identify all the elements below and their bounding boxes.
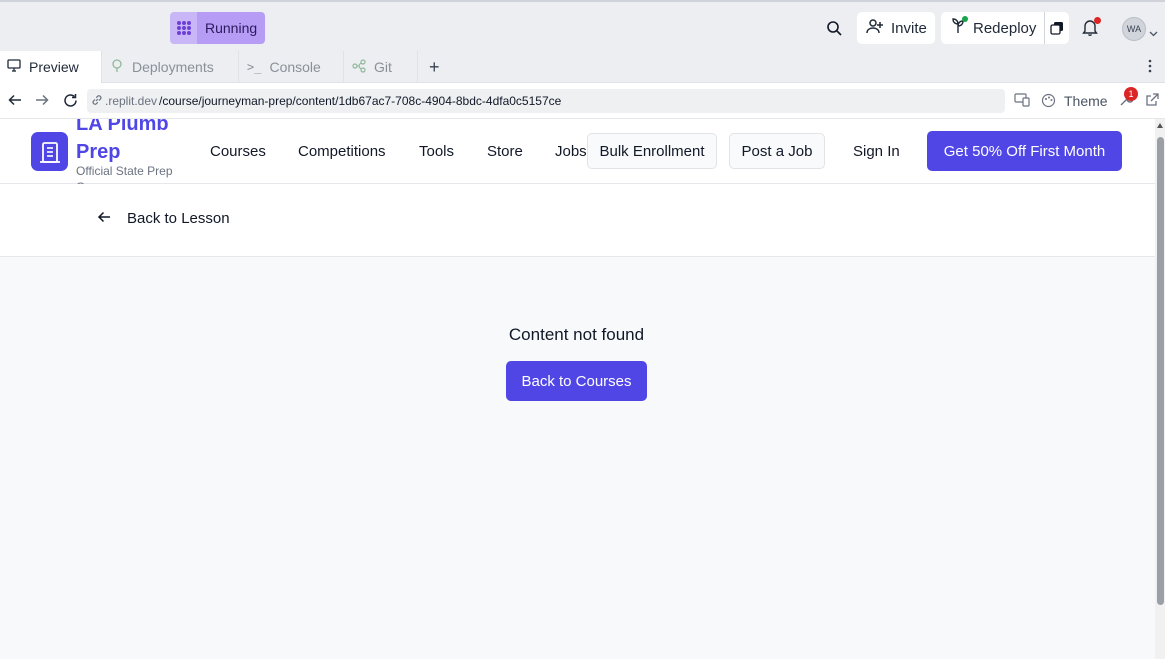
nav-courses[interactable]: Courses [210, 143, 266, 160]
search-icon[interactable] [826, 20, 842, 39]
link-icon [91, 94, 103, 109]
scroll-up-icon[interactable] [1157, 123, 1163, 128]
workspace-topbar: Running Invite Redeploy WA [0, 0, 1165, 51]
tab-preview[interactable]: Preview [0, 51, 102, 83]
nav-store[interactable]: Store [487, 143, 523, 160]
palette-icon[interactable] [1041, 93, 1056, 111]
discount-cta-button[interactable]: Get 50% Off First Month [927, 131, 1122, 171]
deploy-menu-icon[interactable] [1044, 12, 1069, 44]
more-vertical-icon[interactable] [1148, 59, 1152, 76]
building-logo-icon[interactable] [31, 132, 68, 171]
run-status-label: Running [197, 12, 266, 44]
tab-deployments-label: Deployments [132, 59, 214, 75]
add-user-icon [866, 18, 884, 38]
monitor-icon [7, 59, 21, 75]
nav-jobs[interactable]: Jobs [555, 143, 587, 160]
site-header: LA Plumb Prep Official State Prep Course… [0, 119, 1155, 194]
deploy-status-icon [950, 16, 968, 38]
back-arrow-icon[interactable] [8, 93, 22, 110]
open-external-icon[interactable] [1145, 93, 1159, 110]
add-tab-icon[interactable]: + [429, 58, 440, 76]
back-to-lesson-link[interactable]: Back to Lesson [97, 210, 230, 227]
not-found-message: Content not found [508, 325, 645, 344]
bulk-enrollment-button[interactable]: Bulk Enrollment [587, 133, 717, 169]
tab-preview-label: Preview [29, 59, 79, 75]
back-to-courses-button[interactable]: Back to Courses [506, 361, 647, 401]
back-to-lesson-label: Back to Lesson [127, 210, 230, 227]
tab-console-label: Console [269, 59, 321, 75]
preview-urlbar: .replit.dev/course/journeyman-prep/conte… [0, 83, 1165, 119]
url-input[interactable]: .replit.dev/course/journeyman-prep/conte… [87, 89, 1005, 113]
reload-icon[interactable] [63, 93, 78, 111]
run-grid-icon [170, 12, 197, 44]
url-host: .replit.dev [105, 94, 158, 108]
back-bar: Back to Lesson [0, 184, 1155, 257]
invite-label: Invite [891, 19, 927, 37]
workspace-tabbar: Preview Deployments >_ Console Git + [0, 51, 1165, 83]
brand-name[interactable]: LA Plumb Prep [76, 119, 186, 166]
scrollbar-thumb[interactable] [1157, 137, 1164, 605]
redeploy-label: Redeploy [973, 19, 1037, 37]
nav-competitions[interactable]: Competitions [298, 143, 386, 160]
sign-in-link[interactable]: Sign In [853, 143, 900, 160]
redeploy-button[interactable]: Redeploy [941, 12, 1069, 44]
deploy-icon [110, 58, 124, 76]
run-status-button[interactable]: Running [170, 12, 266, 44]
tab-deployments[interactable]: Deployments [103, 51, 239, 83]
tools-badge: 1 [1124, 87, 1138, 101]
tab-git-label: Git [374, 59, 392, 75]
tab-git[interactable]: Git [345, 51, 418, 83]
notifications-bell-icon[interactable] [1082, 17, 1101, 39]
arrow-left-icon [97, 210, 111, 227]
git-icon [352, 58, 366, 76]
notification-dot [1094, 17, 1101, 24]
preview-viewport: LA Plumb Prep Official State Prep Course… [0, 119, 1155, 659]
terminal-icon: >_ [247, 60, 262, 74]
nav-tools[interactable]: Tools [419, 143, 454, 160]
url-path: /course/journeyman-prep/content/1db67ac7… [159, 94, 562, 108]
tab-console[interactable]: >_ Console [240, 51, 344, 83]
forward-arrow-icon[interactable] [35, 93, 49, 110]
page-scrollbar[interactable] [1155, 119, 1165, 659]
invite-button[interactable]: Invite [857, 12, 935, 44]
post-job-button[interactable]: Post a Job [729, 133, 825, 169]
theme-label[interactable]: Theme [1064, 93, 1108, 109]
chevron-down-icon[interactable] [1149, 24, 1158, 40]
avatar[interactable]: WA [1122, 17, 1146, 41]
devices-icon[interactable] [1014, 93, 1030, 110]
